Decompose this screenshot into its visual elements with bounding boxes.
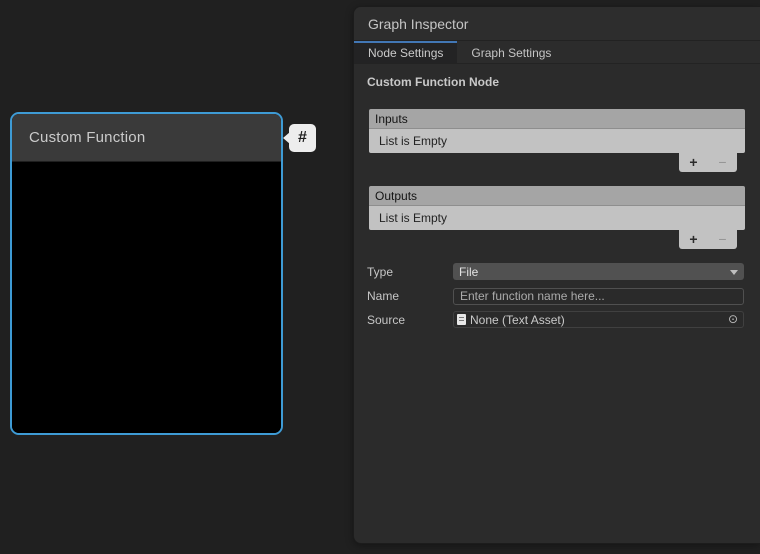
- custom-function-node[interactable]: Custom Function: [10, 112, 283, 435]
- outputs-list-footer: + −: [369, 230, 745, 251]
- outputs-list-header: Outputs: [369, 186, 745, 206]
- tab-label: Graph Settings: [471, 46, 551, 60]
- node-settings-form: Type File Name Source None (Text Asset) …: [354, 263, 760, 328]
- add-output-button[interactable]: +: [682, 231, 706, 248]
- type-value: File: [459, 265, 478, 279]
- graph-inspector-panel: Graph Inspector Node Settings Graph Sett…: [353, 6, 760, 544]
- outputs-empty-row: List is Empty: [369, 206, 745, 230]
- outputs-list: Outputs List is Empty + −: [369, 186, 745, 251]
- source-object-field[interactable]: None (Text Asset) ⊙: [453, 311, 744, 328]
- node-title: Custom Function: [29, 129, 145, 146]
- object-picker-icon[interactable]: ⊙: [726, 312, 740, 327]
- inputs-list-header: Inputs: [369, 109, 745, 129]
- node-settings-heading: Custom Function Node: [367, 75, 760, 90]
- function-name-input[interactable]: [453, 288, 744, 305]
- inspector-tabbar: Node Settings Graph Settings: [354, 41, 760, 64]
- empty-text: List is Empty: [379, 211, 447, 225]
- panel-header[interactable]: Graph Inspector: [354, 7, 760, 41]
- name-label: Name: [367, 289, 453, 303]
- type-label: Type: [367, 265, 453, 279]
- panel-title: Graph Inspector: [368, 16, 468, 32]
- add-input-button[interactable]: +: [682, 154, 706, 171]
- name-row: Name: [367, 287, 744, 304]
- inputs-list-title: Inputs: [375, 112, 408, 126]
- outputs-list-title: Outputs: [375, 189, 417, 203]
- node-preview: [12, 162, 281, 435]
- source-label: Source: [367, 313, 453, 327]
- hash-icon: #: [298, 129, 307, 147]
- remove-input-button[interactable]: −: [711, 154, 735, 171]
- inputs-empty-row: List is Empty: [369, 129, 745, 153]
- remove-output-button[interactable]: −: [711, 231, 735, 248]
- tab-label: Node Settings: [368, 46, 443, 60]
- node-hash-badge[interactable]: #: [289, 124, 316, 152]
- chevron-down-icon: [730, 270, 738, 275]
- type-dropdown[interactable]: File: [453, 263, 744, 280]
- source-row: Source None (Text Asset) ⊙: [367, 311, 744, 328]
- inputs-list: Inputs List is Empty + −: [369, 109, 745, 174]
- tab-node-settings[interactable]: Node Settings: [354, 41, 457, 63]
- empty-text: List is Empty: [379, 134, 447, 148]
- node-header[interactable]: Custom Function: [12, 114, 281, 162]
- type-row: Type File: [367, 263, 744, 280]
- inputs-list-footer: + −: [369, 153, 745, 174]
- source-value: None (Text Asset): [470, 313, 726, 327]
- tab-graph-settings[interactable]: Graph Settings: [457, 41, 565, 63]
- text-asset-icon: [457, 314, 466, 325]
